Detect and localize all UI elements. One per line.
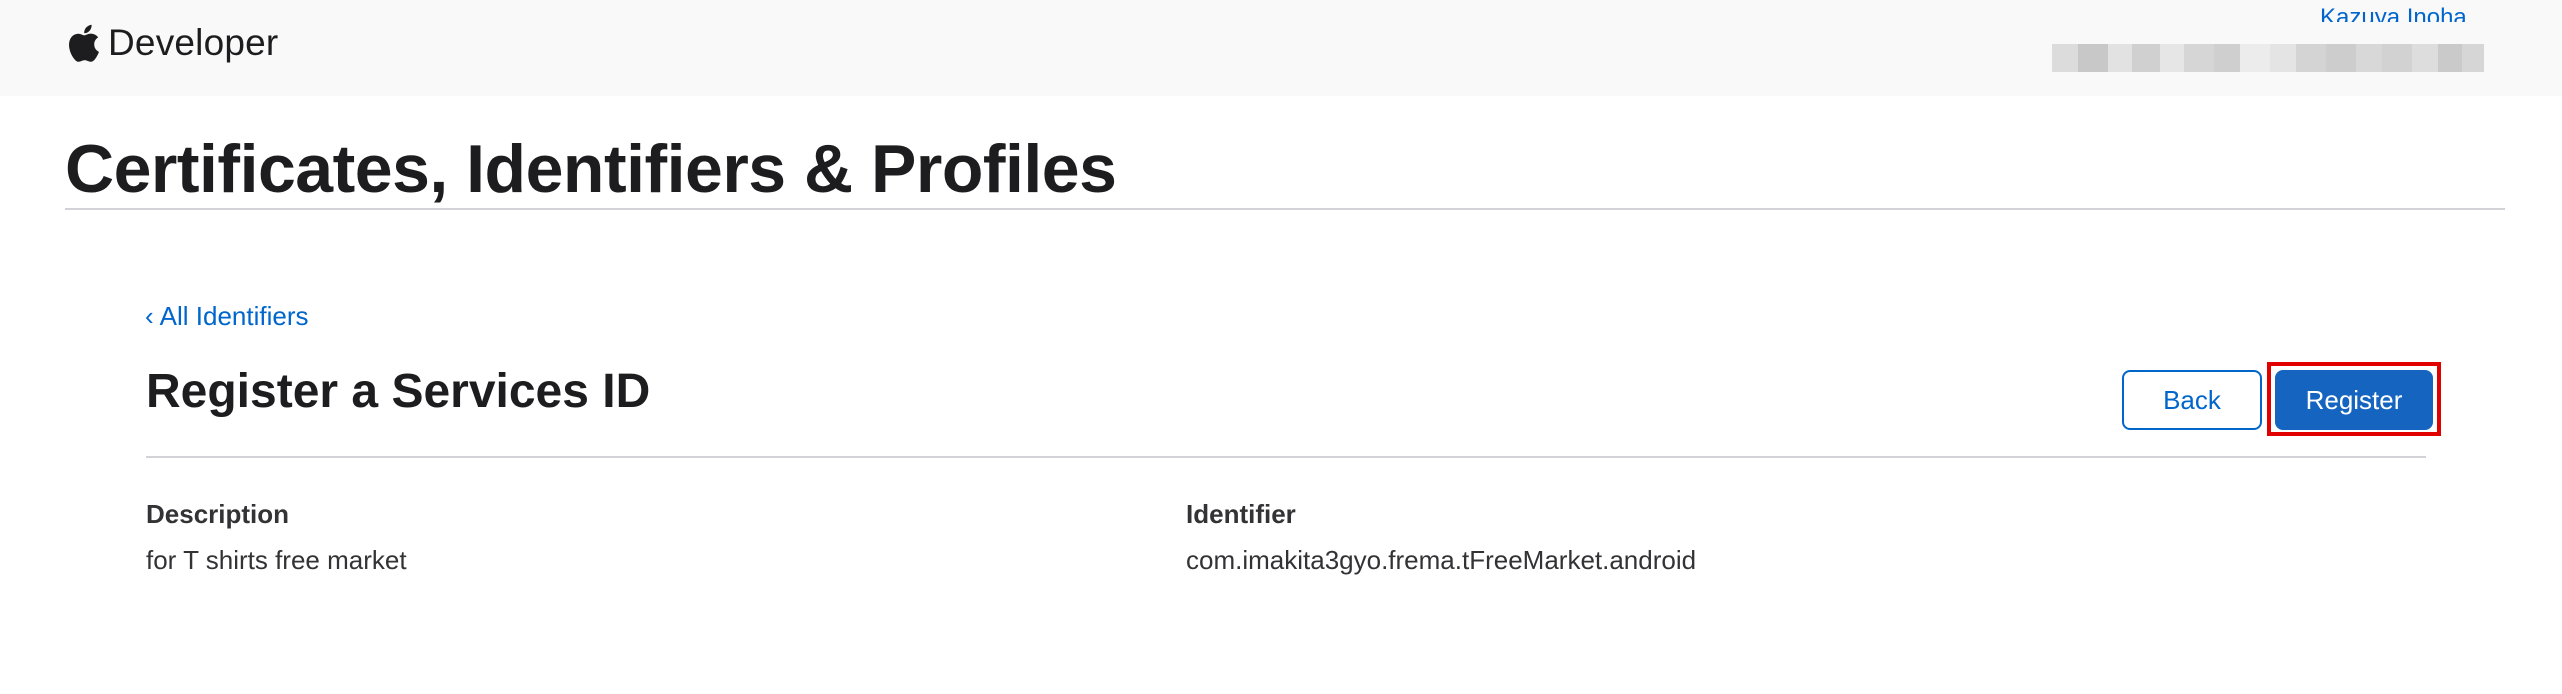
logo-text: Developer xyxy=(108,22,279,63)
developer-logo[interactable]: Developer xyxy=(66,18,278,68)
description-label: Description xyxy=(146,499,290,529)
apple-logo-icon xyxy=(69,24,99,62)
title-divider xyxy=(65,208,2505,210)
all-identifiers-link[interactable]: ‹ All Identifiers xyxy=(145,296,309,336)
page-title: Certificates, Identifiers & Profiles xyxy=(65,131,1117,207)
top-navigation-bar: Developer Kazuya Inoha xyxy=(0,0,2562,96)
account-info-redacted xyxy=(2052,44,2484,72)
chevron-left-icon: ‹ xyxy=(145,301,154,331)
identifier-value: com.imakita3gyo.frema.tFreeMarket.androi… xyxy=(1186,545,1697,575)
identifier-label: Identifier xyxy=(1186,499,1296,529)
section-divider xyxy=(146,456,2426,458)
back-button[interactable]: Back xyxy=(2122,370,2262,430)
register-button[interactable]: Register xyxy=(2275,370,2433,430)
all-identifiers-label: All Identifiers xyxy=(159,301,309,331)
section-title: Register a Services ID xyxy=(146,365,651,418)
description-value: for T shirts free market xyxy=(146,545,407,575)
account-name-link[interactable]: Kazuya Inoha xyxy=(2320,6,2467,22)
